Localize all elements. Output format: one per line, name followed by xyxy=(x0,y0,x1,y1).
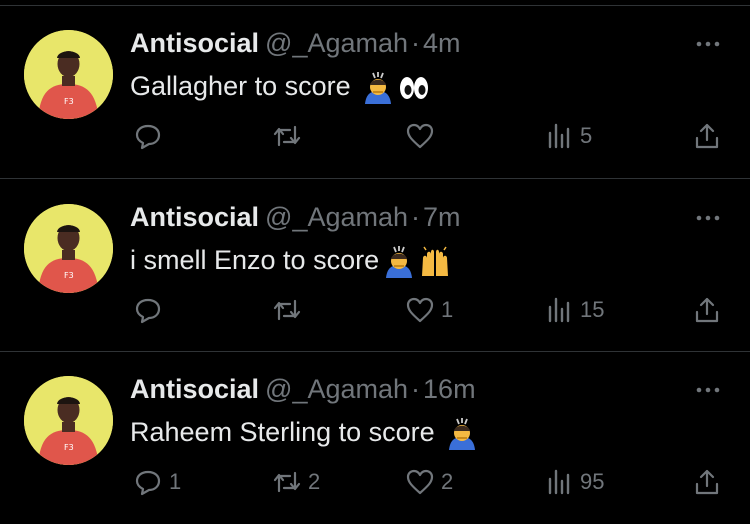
tweet-text-row: i smell Enzo to score xyxy=(130,242,451,278)
like-count: 2 xyxy=(441,469,454,494)
share-icon xyxy=(695,297,719,323)
timestamp[interactable]: 7m xyxy=(423,202,461,232)
views-count: 5 xyxy=(580,123,593,148)
heart-icon xyxy=(406,469,434,495)
tweet-text-row: Raheem Sterling to score xyxy=(130,414,478,450)
display-name[interactable]: Antisocial xyxy=(130,374,259,404)
views-count: 15 xyxy=(580,297,605,322)
user-handle[interactable]: @_Agamah xyxy=(265,374,408,404)
tweet-text: i smell Enzo to score xyxy=(130,245,380,275)
like-count: 1 xyxy=(441,297,454,322)
reply-button[interactable] xyxy=(133,116,169,156)
more-options-icon[interactable] xyxy=(690,378,726,402)
share-button[interactable] xyxy=(692,462,722,502)
more-options-icon[interactable] xyxy=(690,206,726,230)
like-button[interactable] xyxy=(405,116,441,156)
retweet-count: 2 xyxy=(308,469,321,494)
tweet-actions: 1 2 2 95 xyxy=(0,462,750,502)
bowing-person-emoji xyxy=(362,71,394,104)
share-button[interactable] xyxy=(692,116,722,156)
share-icon xyxy=(695,469,719,495)
tweet[interactable]: F3 Antisocial @_Agamah · 16m Raheem Sterlin… xyxy=(0,352,750,524)
reply-button[interactable]: 1 xyxy=(133,462,181,502)
separator-dot: · xyxy=(411,374,421,404)
tweet-text-row: Gallagher to score xyxy=(130,68,430,104)
views-button[interactable]: 15 xyxy=(544,290,604,330)
avatar[interactable]: F3 xyxy=(24,204,113,293)
user-handle[interactable]: @_Agamah xyxy=(265,28,408,58)
heart-icon xyxy=(406,297,434,323)
bowing-person-emoji xyxy=(383,245,415,278)
retweet-icon xyxy=(273,125,301,147)
reply-button[interactable] xyxy=(133,290,169,330)
tweet-actions: 1 15 xyxy=(0,290,750,330)
display-name[interactable]: Antisocial xyxy=(130,202,259,232)
reply-icon xyxy=(135,298,161,324)
avatar[interactable]: F3 xyxy=(24,30,113,119)
tweet[interactable]: F3 Antisocial @_Agamah · 4m Gallagher to sc… xyxy=(0,6,750,178)
retweet-icon xyxy=(273,471,301,493)
user-handle[interactable]: @_Agamah xyxy=(265,202,408,232)
reply-count: 1 xyxy=(169,469,182,494)
reply-icon xyxy=(135,470,161,496)
retweet-button[interactable]: 2 xyxy=(272,462,320,502)
bowing-person-emoji xyxy=(446,417,478,450)
raised-hands-emoji xyxy=(419,246,451,278)
svg-text:F3: F3 xyxy=(64,97,74,106)
tweet-text: Gallagher to score xyxy=(130,71,351,101)
svg-text:F3: F3 xyxy=(64,443,74,452)
reply-icon xyxy=(135,124,161,150)
heart-icon xyxy=(406,123,434,149)
like-button[interactable]: 1 xyxy=(405,290,453,330)
retweet-icon xyxy=(273,299,301,321)
display-name[interactable]: Antisocial xyxy=(130,28,259,58)
avatar[interactable]: F3 xyxy=(24,376,113,465)
tweet-header: Antisocial @_Agamah · 16m xyxy=(130,372,476,406)
views-button[interactable]: 5 xyxy=(544,116,592,156)
separator-dot: · xyxy=(411,202,421,232)
views-count: 95 xyxy=(580,469,605,494)
svg-text:F3: F3 xyxy=(64,271,74,280)
retweet-button[interactable] xyxy=(272,290,308,330)
like-button[interactable]: 2 xyxy=(405,462,453,502)
separator-dot: · xyxy=(411,28,421,58)
tweet-text: Raheem Sterling to score xyxy=(130,417,435,447)
share-button[interactable] xyxy=(692,290,722,330)
eyes-emoji xyxy=(398,72,430,104)
timestamp[interactable]: 16m xyxy=(423,374,476,404)
tweet-header: Antisocial @_Agamah · 7m xyxy=(130,200,461,234)
more-options-icon[interactable] xyxy=(690,32,726,56)
tweet-divider xyxy=(0,178,750,179)
retweet-button[interactable] xyxy=(272,116,308,156)
views-icon xyxy=(548,469,570,495)
share-icon xyxy=(695,123,719,149)
timestamp[interactable]: 4m xyxy=(423,28,461,58)
tweet[interactable]: F3 Antisocial @_Agamah · 7m i smell Enzo to… xyxy=(0,180,750,352)
views-icon xyxy=(548,123,570,149)
tweet-actions: 5 xyxy=(0,116,750,156)
tweet-header: Antisocial @_Agamah · 4m xyxy=(130,26,461,60)
views-button[interactable]: 95 xyxy=(544,462,604,502)
views-icon xyxy=(548,297,570,323)
